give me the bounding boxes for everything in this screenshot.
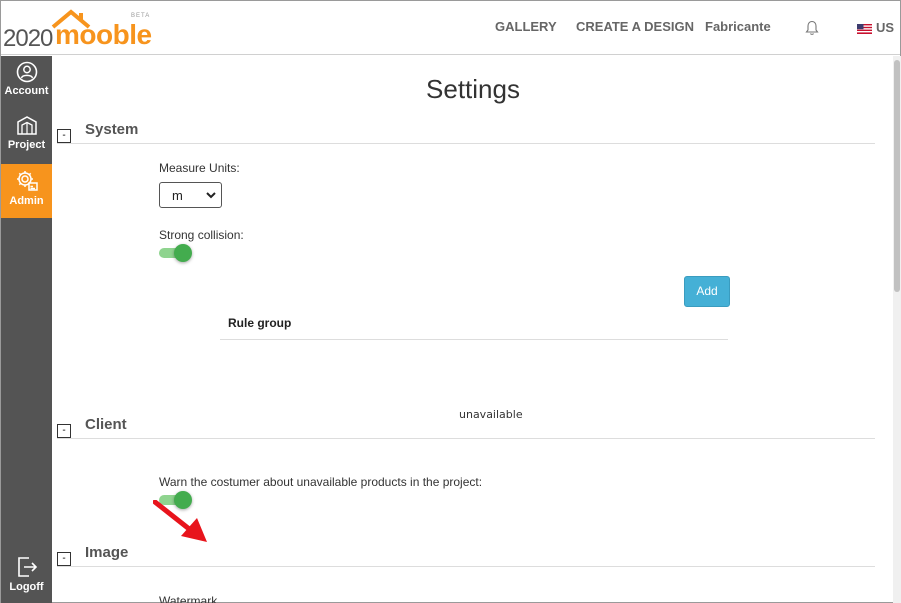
vertical-scrollbar[interactable] <box>893 56 901 603</box>
sidebar-item-label: Logoff <box>9 581 44 593</box>
sidebar-item-logoff[interactable]: Logoff <box>1 550 52 603</box>
settings-panel: Settings - System Measure Units: m Stron… <box>53 56 893 603</box>
measure-units-label: Measure Units: <box>159 161 240 175</box>
sidebar-item-project[interactable]: Project <box>1 110 52 164</box>
strong-collision-toggle[interactable] <box>159 243 195 263</box>
sidebar-item-admin[interactable]: Admin <box>1 164 52 218</box>
logoff-icon <box>17 557 37 577</box>
top-header: 2020 mooble BETA GALLERY CREATE A DESIGN… <box>1 1 900 55</box>
sidebar-item-label: Account <box>4 85 49 97</box>
rule-group-column: Rule group <box>228 316 292 330</box>
beta-badge: BETA <box>131 13 151 19</box>
sidebar-item-label: Project <box>7 139 46 151</box>
section-image-header: - Image <box>57 543 875 567</box>
logo-number: 2020 <box>3 25 53 52</box>
measure-units-value: m <box>172 188 183 203</box>
watermark-label: Watermark <box>159 594 218 603</box>
measure-units-select[interactable]: m <box>159 182 222 208</box>
sidebar-item-account[interactable]: Account <box>1 56 52 110</box>
page-title: Settings <box>426 74 520 104</box>
nav-user[interactable]: Fabricante <box>705 19 771 34</box>
system-collapse-button[interactable]: - <box>57 129 71 143</box>
red-arrow-annotation-icon <box>153 500 207 542</box>
bell-icon[interactable] <box>805 20 819 36</box>
toggle-knob <box>174 244 192 262</box>
sidebar: Account Project Admin Logoff <box>1 56 52 603</box>
section-title-image: Image <box>85 544 129 561</box>
project-icon <box>16 116 37 135</box>
logo-brand: mooble <box>55 19 152 50</box>
image-collapse-button[interactable]: - <box>57 552 71 566</box>
account-icon <box>16 61 37 83</box>
admin-gear-icon <box>16 171 38 191</box>
nav-create-design[interactable]: CREATE A DESIGN <box>576 19 694 34</box>
section-title-client: Client <box>85 416 127 433</box>
rule-group-table-header: Rule group <box>220 306 728 340</box>
logo[interactable]: 2020 mooble BETA <box>3 9 155 52</box>
section-title-system: System <box>85 121 139 138</box>
client-collapse-button[interactable]: - <box>57 424 71 438</box>
scrollbar-thumb[interactable] <box>894 60 900 292</box>
strong-collision-label: Strong collision: <box>159 228 244 242</box>
language-selector[interactable]: US <box>876 20 894 35</box>
us-flag-icon[interactable] <box>857 24 872 34</box>
nav-gallery[interactable]: GALLERY <box>495 19 557 34</box>
chevron-down-icon <box>206 192 216 199</box>
section-system-header: - System <box>57 120 875 144</box>
warn-unavailable-label: Warn the costumer about unavailable prod… <box>159 475 483 489</box>
add-rule-button[interactable]: Add <box>684 276 730 307</box>
section-client-header: - Client <box>57 415 875 439</box>
sidebar-item-label: Admin <box>9 195 44 207</box>
